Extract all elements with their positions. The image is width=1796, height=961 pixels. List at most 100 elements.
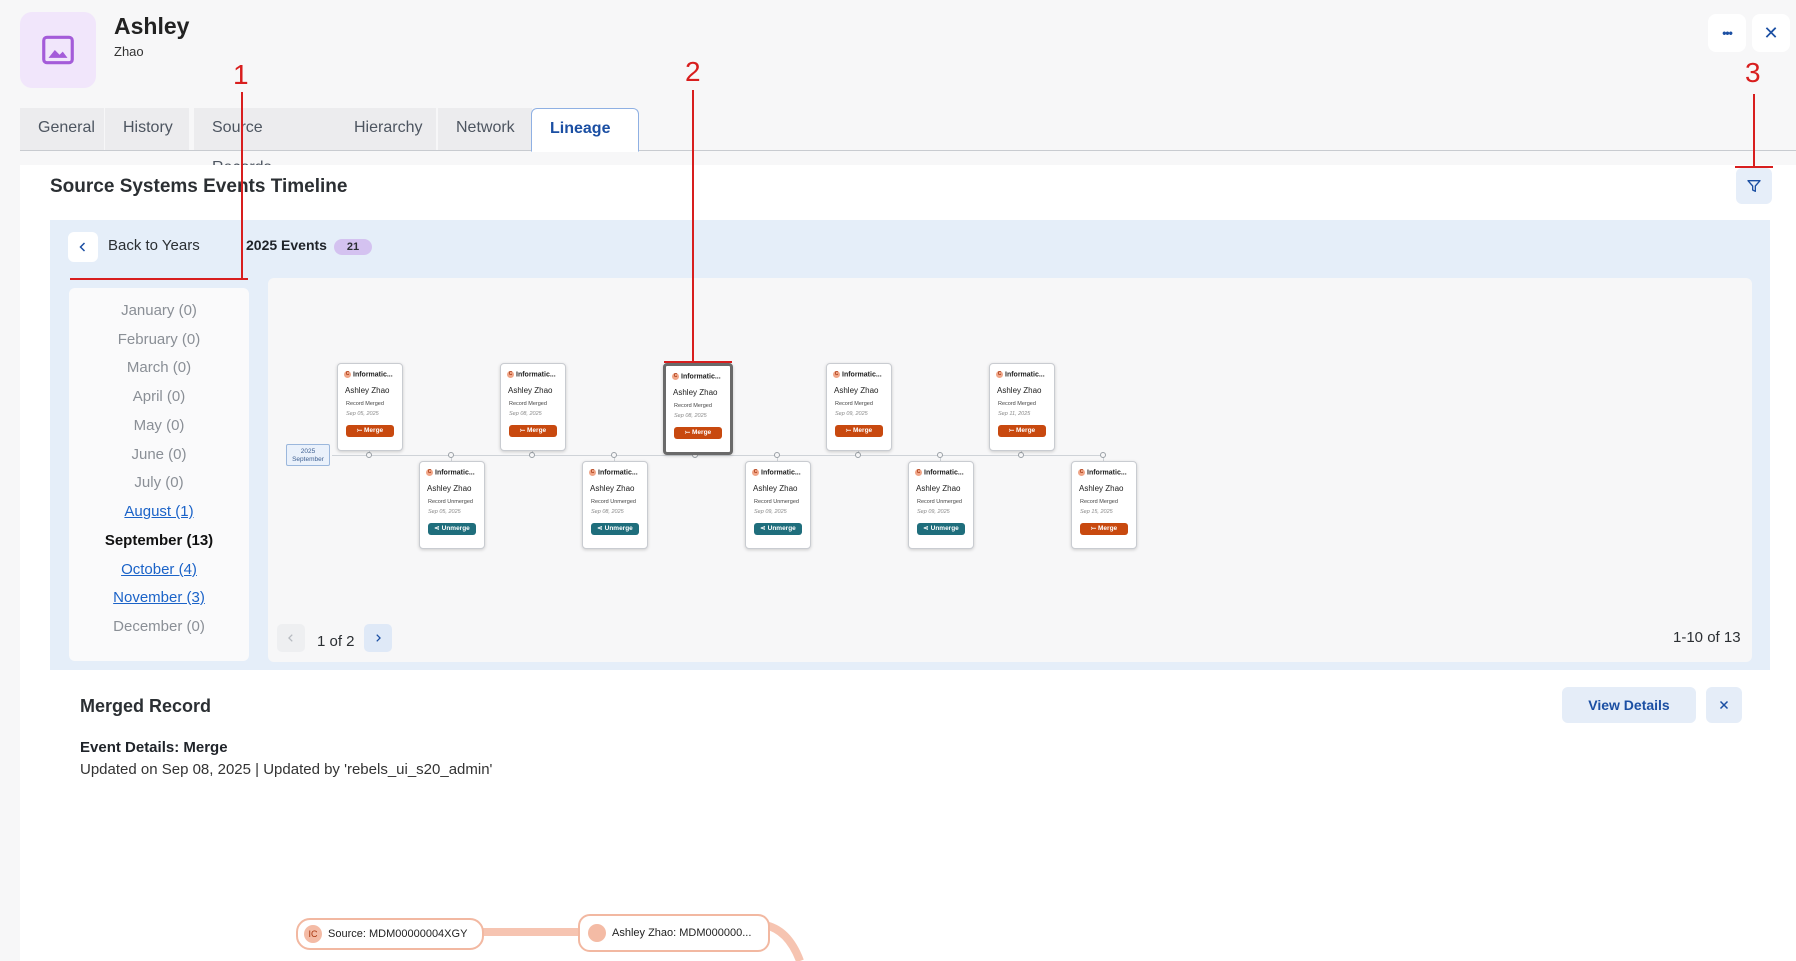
timeline-tick [529, 452, 535, 458]
card-tag[interactable]: ⤚ Merge [674, 427, 722, 439]
back-to-years-label[interactable]: Back to Years [108, 237, 200, 254]
card-tag[interactable]: ⤚ Merge [835, 425, 883, 437]
timeline-tick [1018, 452, 1024, 458]
event-card[interactable]: C Informatic... Ashley Zhao Record Unmerged… [419, 461, 485, 549]
card-source: C Informatic... [996, 371, 1052, 378]
back-to-years-button[interactable] [68, 232, 98, 262]
card-name: Ashley Zhao [834, 386, 879, 395]
card-action: Record Unmerged [917, 499, 962, 505]
more-icon: ••• [1722, 26, 1733, 40]
card-source: C Informatic... [833, 371, 889, 378]
source-icon: C [426, 469, 433, 476]
lineage-source-node[interactable]: IC Source: MDM00000004XGY [296, 918, 484, 950]
card-tag-label: Unmerge [930, 525, 959, 532]
card-action: Record Merged [346, 401, 384, 407]
card-date: Sep 09, 2025 [754, 509, 787, 515]
card-tag[interactable]: ⤚ Merge [1080, 523, 1128, 535]
merge-icon: ⤚ [845, 427, 852, 434]
next-page-button[interactable] [364, 624, 392, 652]
card-tag[interactable]: ⋖ Unmerge [754, 523, 802, 535]
profile-avatar [20, 12, 96, 88]
card-source: C Informatic... [507, 371, 563, 378]
lineage-target-node[interactable]: Ashley Zhao: MDM000000... [578, 914, 770, 952]
card-tag-label: Unmerge [441, 525, 470, 532]
event-card[interactable]: C Informatic... Ashley Zhao Record Merged Se… [500, 363, 566, 451]
axis-month: September [292, 456, 324, 463]
tab-source-records[interactable]: Source Records [194, 108, 340, 176]
card-action: Record Merged [998, 401, 1036, 407]
timeline-canvas [268, 278, 1752, 662]
card-action: Record Merged [1080, 499, 1118, 505]
month-july: July (0) [134, 474, 184, 491]
close-icon [1719, 700, 1729, 710]
close-record-button[interactable]: ✕ [1752, 14, 1790, 52]
card-action: Record Unmerged [591, 499, 636, 505]
tab-lineage[interactable]: Lineage [531, 108, 639, 152]
source-icon: C [344, 371, 351, 378]
event-card[interactable]: C Informatic... Ashley Zhao Record Unmerged… [745, 461, 811, 549]
source-icon: C [833, 371, 840, 378]
card-tag[interactable]: ⤚ Merge [998, 425, 1046, 437]
events-count-badge: 21 [334, 239, 372, 255]
annotation-line-2 [692, 90, 694, 362]
card-name: Ashley Zhao [1079, 484, 1124, 493]
event-card[interactable]: C Informatic... Ashley Zhao Record Merged Se… [989, 363, 1055, 451]
merge-icon: ⤚ [1008, 427, 1015, 434]
unmerge-icon: ⋖ [597, 525, 603, 532]
tab-hierarchy[interactable]: Hierarchy [336, 108, 436, 150]
chevron-left-icon [79, 242, 86, 252]
source-icon: C [589, 469, 596, 476]
month-september[interactable]: September (13) [69, 532, 249, 549]
card-tag[interactable]: ⤚ Merge [509, 425, 557, 437]
timeline-tick [448, 452, 454, 458]
month-february: February (0) [117, 331, 201, 348]
annotation-underline-3 [1735, 166, 1773, 168]
card-date: Sep 08, 2025 [509, 411, 542, 417]
event-card[interactable]: C Informatic... Ashley Zhao Record Unmerged… [582, 461, 648, 549]
merge-icon: ⤚ [519, 427, 526, 434]
card-date: Sep 08, 2025 [591, 509, 624, 515]
merge-icon: ⤚ [356, 427, 363, 434]
card-source: C Informatic... [915, 469, 971, 476]
month-april: April (0) [132, 388, 186, 405]
card-tag[interactable]: ⋖ Unmerge [591, 523, 639, 535]
event-card[interactable]: C Informatic... Ashley Zhao Record Merged Se… [826, 363, 892, 451]
event-card[interactable]: C Informatic... Ashley Zhao Record Merged Se… [1071, 461, 1137, 549]
event-details-label: Event Details: Merge [80, 739, 228, 756]
tab-network[interactable]: Network [438, 108, 532, 150]
tab-general[interactable]: General [20, 108, 104, 150]
annotation-underline-1 [70, 278, 248, 280]
event-card[interactable]: C Informatic... Ashley Zhao Record Unmerged… [908, 461, 974, 549]
event-card[interactable]: C Informatic... Ashley Zhao Record Merged Se… [337, 363, 403, 451]
month-december: December (0) [113, 618, 205, 635]
card-tag[interactable]: ⤚ Merge [346, 425, 394, 437]
more-options-button[interactable]: ••• [1708, 14, 1746, 52]
record-subtitle: Zhao [114, 44, 144, 59]
source-icon: C [752, 469, 759, 476]
annotation-number-2: 2 [685, 56, 701, 87]
view-details-button[interactable]: View Details [1562, 687, 1696, 723]
month-may: May (0) [133, 417, 185, 434]
event-card[interactable]: C Informatic... Ashley Zhao Record Merged Se… [663, 363, 733, 455]
page-indicator: 1 of 2 [317, 633, 355, 650]
tab-history[interactable]: History [105, 108, 189, 150]
timeline-tick [855, 452, 861, 458]
month-october[interactable]: October (4) [69, 561, 249, 578]
image-icon [42, 35, 74, 65]
merge-icon: ⤚ [684, 429, 691, 436]
close-details-button[interactable] [1706, 687, 1742, 723]
card-tag[interactable]: ⋖ Unmerge [917, 523, 965, 535]
card-tag-label: Merge [527, 427, 547, 434]
month-august[interactable]: August (1) [69, 503, 249, 520]
month-november[interactable]: November (3) [69, 589, 249, 606]
prev-page-button[interactable] [277, 624, 305, 652]
card-tag[interactable]: ⋖ Unmerge [428, 523, 476, 535]
filter-button[interactable] [1736, 168, 1772, 204]
card-source-label: Informatic... [1005, 371, 1045, 379]
card-source: C Informatic... [426, 469, 482, 476]
card-action: Record Merged [509, 401, 547, 407]
card-date: Sep 11, 2025 [998, 411, 1031, 417]
lineage-edge [480, 928, 580, 936]
updated-info: Updated on Sep 08, 2025 | Updated by 're… [80, 761, 493, 778]
card-name: Ashley Zhao [753, 484, 798, 493]
